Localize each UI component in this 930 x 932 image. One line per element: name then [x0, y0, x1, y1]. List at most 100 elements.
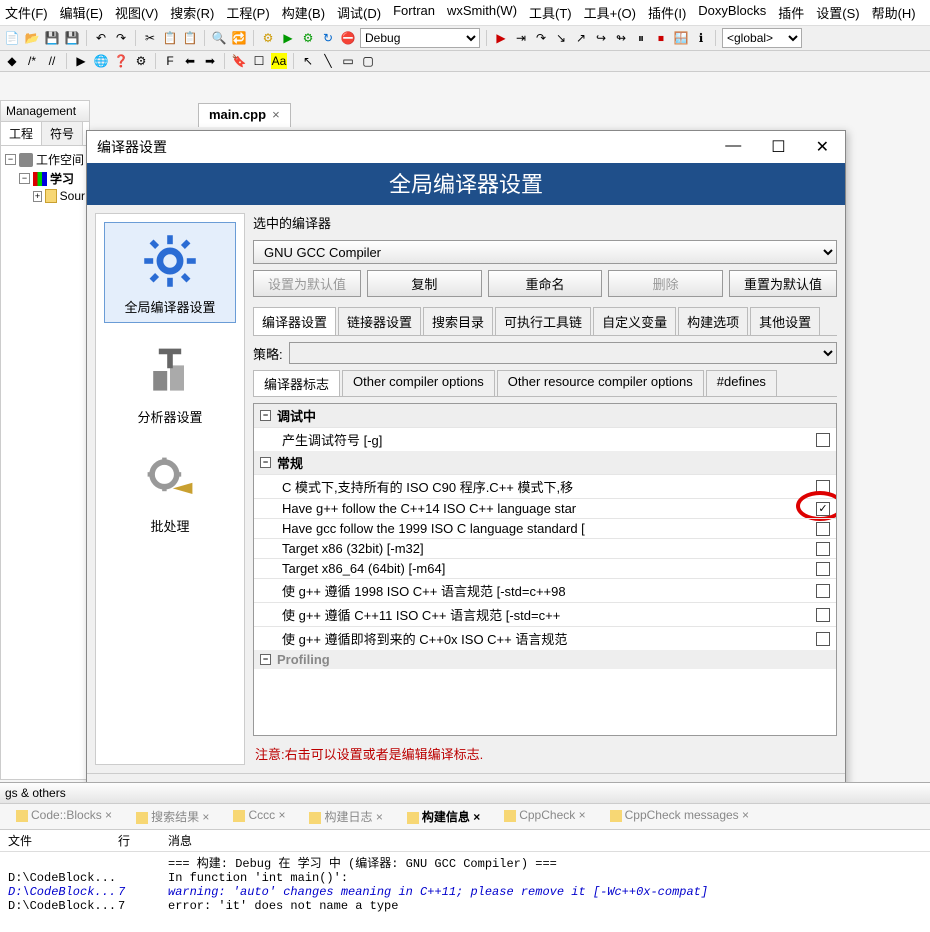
collapse-icon[interactable]: −: [260, 457, 271, 468]
menu-debug[interactable]: 调试(D): [337, 3, 381, 22]
checkbox[interactable]: [816, 632, 830, 646]
tab-toolchain[interactable]: 可执行工具链: [495, 307, 591, 335]
checkbox[interactable]: [816, 480, 830, 494]
sidebar-item-profiler[interactable]: 分析器设置: [104, 333, 236, 432]
checkbox[interactable]: [816, 522, 830, 536]
subtab-defines[interactable]: #defines: [706, 370, 777, 396]
open-icon[interactable]: 📂: [24, 30, 40, 46]
checkbox[interactable]: [816, 433, 830, 447]
btab-search[interactable]: 搜索结果 ×: [128, 806, 217, 827]
highlight-icon[interactable]: Aa: [271, 53, 287, 69]
fortran-icon[interactable]: F: [162, 53, 178, 69]
menu-settings[interactable]: 设置(S): [816, 3, 859, 22]
close-icon[interactable]: ×: [278, 808, 285, 822]
doxy-line-icon[interactable]: //: [44, 53, 60, 69]
menu-plugins2[interactable]: 插件: [778, 3, 804, 22]
rebuild-icon[interactable]: ↻: [320, 30, 336, 46]
menu-wxsmith[interactable]: wxSmith(W): [447, 3, 517, 22]
collapse-icon[interactable]: −: [260, 410, 271, 421]
debug-windows-icon[interactable]: 🪟: [673, 30, 689, 46]
checkbox[interactable]: [816, 608, 830, 622]
doxy-html-icon[interactable]: 🌐: [93, 53, 109, 69]
log-row[interactable]: D:\CodeBlock...7warning: 'auto' changes …: [8, 885, 922, 899]
menu-plugins[interactable]: 插件(I): [648, 3, 686, 22]
expand-icon[interactable]: +: [33, 191, 42, 202]
scope-select[interactable]: <global>: [722, 28, 802, 48]
close-icon[interactable]: ×: [473, 810, 480, 824]
abort-icon[interactable]: ⛔: [340, 30, 356, 46]
menu-project[interactable]: 工程(P): [226, 3, 269, 22]
delete-button[interactable]: 删除: [608, 270, 723, 297]
stop-debug-icon[interactable]: ⏹: [653, 30, 669, 46]
flag-m32[interactable]: Target x86 (32bit) [-m32]: [254, 538, 836, 558]
flag-debug-symbols[interactable]: 产生调试符号 [-g]: [254, 427, 836, 451]
build-icon[interactable]: ⚙: [260, 30, 276, 46]
tab-build-options[interactable]: 构建选项: [678, 307, 748, 335]
replace-icon[interactable]: 🔁: [231, 30, 247, 46]
next-instr-icon[interactable]: ↪: [593, 30, 609, 46]
debug-run-icon[interactable]: ▶: [493, 30, 509, 46]
checkbox[interactable]: [816, 502, 830, 516]
run-to-cursor-icon[interactable]: ⇥: [513, 30, 529, 46]
break-debug-icon[interactable]: ⏸: [633, 30, 649, 46]
close-icon[interactable]: ×: [105, 808, 112, 822]
collapse-icon[interactable]: −: [5, 154, 16, 165]
forward-icon[interactable]: ➡: [202, 53, 218, 69]
tool-rect-icon[interactable]: ▭: [340, 53, 356, 69]
new-icon[interactable]: 📄: [4, 30, 20, 46]
policy-select[interactable]: [289, 342, 837, 364]
checkbox[interactable]: [816, 584, 830, 598]
save-icon[interactable]: 💾: [44, 30, 60, 46]
info-icon[interactable]: ℹ: [693, 30, 709, 46]
collapse-icon[interactable]: −: [19, 173, 30, 184]
checkbox[interactable]: [816, 562, 830, 576]
paste-icon[interactable]: 📋: [182, 30, 198, 46]
project-node[interactable]: − 学习: [19, 169, 85, 188]
copy-icon[interactable]: 📋: [162, 30, 178, 46]
flag-m64[interactable]: Target x86_64 (64bit) [-m64]: [254, 558, 836, 578]
close-icon[interactable]: ×: [202, 810, 209, 824]
close-icon[interactable]: ×: [579, 808, 586, 822]
doxy-config-icon[interactable]: ⚙: [133, 53, 149, 69]
build-run-icon[interactable]: ⚙: [300, 30, 316, 46]
find-icon[interactable]: 🔍: [211, 30, 227, 46]
btab-cppcheck[interactable]: CppCheck ×: [496, 806, 593, 827]
undo-icon[interactable]: ↶: [93, 30, 109, 46]
log-row[interactable]: D:\CodeBlock...In function 'int main()':: [8, 871, 922, 885]
subtab-compiler-flags[interactable]: 编译器标志: [253, 370, 340, 396]
flag-c90[interactable]: C 模式下,支持所有的 ISO C90 程序.C++ 模式下,移: [254, 474, 836, 498]
select-icon[interactable]: ☐: [251, 53, 267, 69]
menu-edit[interactable]: 编辑(E): [60, 3, 103, 22]
flag-cpp14[interactable]: Have g++ follow the C++14 ISO C++ langua…: [254, 498, 836, 518]
menu-doxyblocks[interactable]: DoxyBlocks: [698, 3, 766, 22]
sidebar-item-batch[interactable]: 批处理: [104, 442, 236, 541]
collapse-icon[interactable]: −: [260, 654, 271, 665]
tab-other-settings[interactable]: 其他设置: [750, 307, 820, 335]
next-line-icon[interactable]: ↷: [533, 30, 549, 46]
menu-fortran[interactable]: Fortran: [393, 3, 435, 22]
cut-icon[interactable]: ✂: [142, 30, 158, 46]
workspace-node[interactable]: − 工作空间: [5, 150, 85, 169]
redo-icon[interactable]: ↷: [113, 30, 129, 46]
subtab-other-compiler[interactable]: Other compiler options: [342, 370, 495, 396]
tab-projects[interactable]: 工程: [1, 122, 42, 145]
subtab-other-resource[interactable]: Other resource compiler options: [497, 370, 704, 396]
compiler-select[interactable]: GNU GCC Compiler: [253, 240, 837, 264]
close-icon[interactable]: ×: [742, 808, 749, 822]
close-tab-icon[interactable]: ×: [272, 107, 280, 122]
menu-file[interactable]: 文件(F): [5, 3, 48, 22]
step-instr-icon[interactable]: ↬: [613, 30, 629, 46]
menu-view[interactable]: 视图(V): [115, 3, 158, 22]
menu-tools-plus[interactable]: 工具+(O): [584, 3, 636, 22]
tab-search-dirs[interactable]: 搜索目录: [423, 307, 493, 335]
tool-line-icon[interactable]: ╲: [320, 53, 336, 69]
reset-button[interactable]: 重置为默认值: [729, 270, 837, 297]
log-row[interactable]: D:\CodeBlock...7error: 'it' does not nam…: [8, 899, 922, 913]
close-icon[interactable]: ×: [376, 810, 383, 824]
tab-compiler-settings[interactable]: 编译器设置: [253, 307, 336, 335]
checkbox[interactable]: [816, 542, 830, 556]
btab-build-msgs[interactable]: 构建信息 ×: [399, 806, 488, 827]
btab-build-log[interactable]: 构建日志 ×: [301, 806, 390, 827]
flag-cpp11[interactable]: 使 g++ 遵循 C++11 ISO C++ 语言规范 [-std=c++: [254, 602, 836, 626]
bookmark-icon[interactable]: 🔖: [231, 53, 247, 69]
